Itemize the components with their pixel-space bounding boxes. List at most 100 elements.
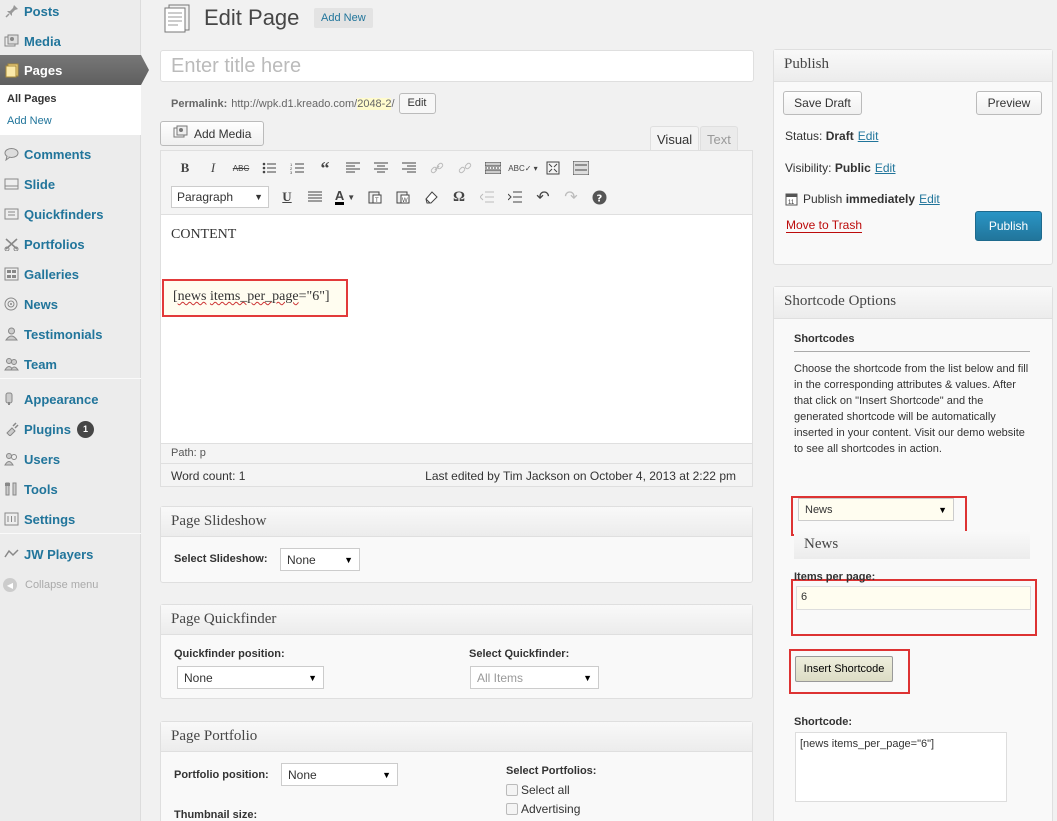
move-to-trash-link[interactable]: Move to Trash [786, 218, 863, 233]
publish-button[interactable]: Publish [975, 211, 1042, 241]
shortcode-options-title[interactable]: Shortcode Options [774, 287, 1052, 319]
publish-time-label: Publish [803, 192, 843, 206]
sidebar-item-quickfinders[interactable]: Quickfinders [0, 199, 141, 229]
shortcode-select[interactable]: News ▼ [798, 498, 954, 521]
sidebar-item-comments[interactable]: Comments [0, 139, 141, 169]
clear-formatting-icon[interactable] [417, 186, 445, 208]
page-quickfinder-title[interactable]: Page Quickfinder [161, 605, 752, 635]
align-right-icon[interactable] [395, 157, 423, 179]
submenu-all-pages[interactable]: All Pages [7, 93, 57, 105]
chevron-down-icon: ▼ [344, 554, 353, 565]
quickfinder-select-value: All Items [477, 670, 524, 685]
sidebar-item-settings[interactable]: Settings [0, 504, 141, 534]
tab-text[interactable]: Text [700, 126, 738, 152]
permalink-base[interactable]: http://wpk.d1.kreado.com/ [231, 98, 357, 110]
paste-word-icon[interactable]: W [389, 186, 417, 208]
sidebar-item-galleries[interactable]: Galleries [0, 259, 141, 289]
permalink-edit-button[interactable]: Edit [398, 93, 436, 114]
sidebar-item-label: Galleries [24, 266, 79, 282]
svg-text:T: T [375, 198, 379, 204]
portfolio-position-value: None [288, 767, 317, 782]
checkbox[interactable] [506, 803, 518, 815]
collapse-menu[interactable]: ◀ Collapse menu [3, 578, 98, 592]
preview-button[interactable]: Preview [976, 91, 1042, 115]
format-select[interactable]: Paragraph ▼ [171, 186, 269, 208]
portfolio-position-select[interactable]: None ▼ [281, 763, 398, 786]
publish-box-title[interactable]: Publish [774, 50, 1052, 82]
blockquote-icon[interactable]: “ [311, 157, 339, 179]
bullet-list-icon[interactable] [255, 157, 283, 179]
special-char-icon[interactable]: Ω [445, 186, 473, 208]
sidebar-item-media[interactable]: Media [0, 26, 141, 56]
svg-text:?: ? [596, 193, 602, 204]
shortcode-value: ="6"] [298, 289, 330, 304]
sidebar-item-users[interactable]: Users [0, 444, 141, 474]
items-per-page-input[interactable]: 6 [796, 586, 1031, 610]
editor-toolbar: B I ABC 123 “ ABC✓ ▾ Paragraph ▼ U A ▼ T W… [161, 151, 752, 215]
slideshow-select[interactable]: None ▼ [280, 548, 360, 571]
link-icon[interactable] [423, 157, 451, 179]
justify-icon[interactable] [301, 186, 329, 208]
add-media-button[interactable]: Add Media [160, 121, 264, 146]
sidebar-item-appearance[interactable]: Appearance [0, 384, 141, 414]
shortcode-output-textarea[interactable]: [news items_per_page="6"] [795, 732, 1007, 802]
sidebar-item-portfolios[interactable]: Portfolios [0, 229, 141, 259]
tab-visual[interactable]: Visual [650, 126, 700, 152]
quickfinder-select[interactable]: All Items ▼ [470, 666, 599, 689]
submenu-add-new[interactable]: Add New [7, 115, 52, 127]
toolbar-toggle-icon[interactable] [567, 157, 595, 179]
calendar-icon: 11 [785, 192, 798, 206]
unlink-icon[interactable] [451, 157, 479, 179]
shortcode-attr: items_per_page [209, 289, 299, 304]
sidebar-item-posts[interactable]: Posts [0, 0, 141, 26]
text-color-icon[interactable]: A ▼ [329, 186, 361, 208]
quickfinder-position-select[interactable]: None ▼ [177, 666, 324, 689]
sidebar-item-news[interactable]: News [0, 289, 141, 319]
sidebar-item-jw-players[interactable]: JW Players [0, 539, 141, 569]
sidebar-item-label: News [24, 296, 58, 312]
spellcheck-icon[interactable]: ABC✓ ▾ [507, 157, 539, 179]
help-icon[interactable]: ? [585, 186, 613, 208]
italic-icon[interactable]: I [199, 157, 227, 179]
indent-icon[interactable] [501, 186, 529, 208]
sidebar-item-plugins[interactable]: Plugins 1 [0, 414, 141, 444]
sidebar-item-team[interactable]: Team [0, 349, 141, 379]
sidebar-item-pages[interactable]: Pages [0, 55, 149, 85]
visibility-edit-link[interactable]: Edit [875, 161, 896, 175]
page-portfolio-title[interactable]: Page Portfolio [161, 722, 752, 752]
underline-icon[interactable]: U [273, 186, 301, 208]
status-edit-link[interactable]: Edit [858, 129, 879, 143]
sidebar-item-label: Appearance [24, 391, 99, 407]
bold-icon[interactable]: B [171, 157, 199, 179]
align-center-icon[interactable] [367, 157, 395, 179]
insert-shortcode-button[interactable]: Insert Shortcode [795, 656, 893, 682]
sidebar-item-slide[interactable]: Slide [0, 169, 141, 199]
checkbox[interactable] [506, 784, 518, 796]
outdent-icon[interactable] [473, 186, 501, 208]
schedule-edit-link[interactable]: Edit [919, 192, 940, 206]
users-icon [3, 451, 20, 468]
undo-icon[interactable]: ↶ [529, 186, 557, 208]
redo-icon[interactable]: ↷ [557, 186, 585, 208]
paste-text-icon[interactable]: T [361, 186, 389, 208]
portfolio-option-advertising[interactable]: Advertising [506, 802, 580, 816]
portfolio-option-select-all[interactable]: Select all [506, 783, 570, 797]
title-input[interactable]: Enter title here [160, 50, 754, 82]
fullscreen-icon[interactable] [539, 157, 567, 179]
insert-more-icon[interactable] [479, 157, 507, 179]
align-left-icon[interactable] [339, 157, 367, 179]
permalink-slug[interactable]: 2048-2 [357, 97, 392, 110]
editor-content-area[interactable]: CONTENT [news items_per_page="6"] [161, 215, 752, 443]
numbered-list-icon[interactable]: 123 [283, 157, 311, 179]
toolbar-row-2: Paragraph ▼ U A ▼ T W Ω ↶ ↷ ? [171, 186, 613, 208]
svg-text:3: 3 [290, 170, 293, 174]
save-draft-button[interactable]: Save Draft [783, 91, 862, 115]
sidebar-item-testimonials[interactable]: Testimonials [0, 319, 141, 349]
select-quickfinder-label: Select Quickfinder: [469, 648, 570, 660]
page-portfolio-box: Page Portfolio Portfolio position: None ▼… [160, 721, 753, 821]
strikethrough-icon[interactable]: ABC [227, 157, 255, 179]
publish-box: Publish Save Draft Preview Status: Draft… [773, 49, 1053, 265]
add-new-button[interactable]: Add New [314, 8, 373, 28]
sidebar-item-tools[interactable]: Tools [0, 474, 141, 504]
page-slideshow-title[interactable]: Page Slideshow [161, 507, 752, 537]
